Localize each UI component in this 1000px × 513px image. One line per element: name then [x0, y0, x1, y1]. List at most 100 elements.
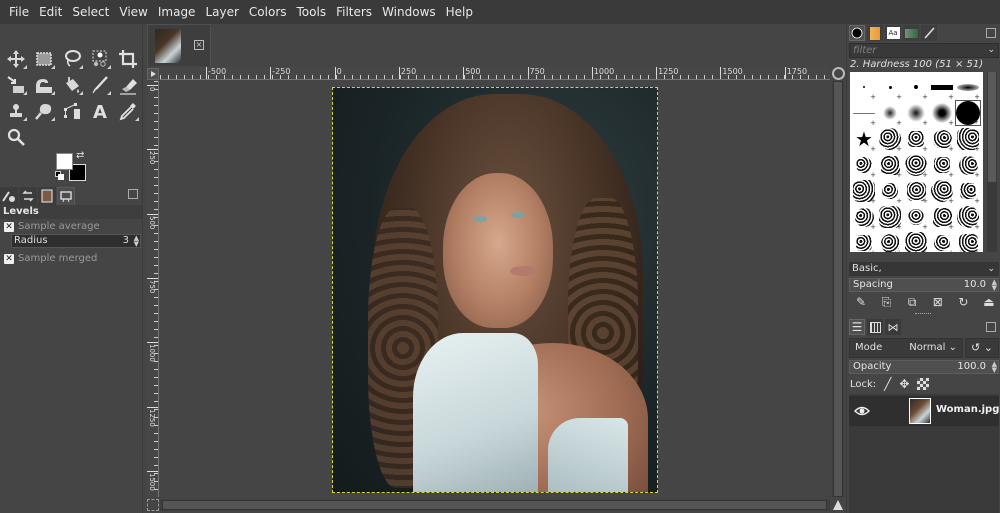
brush-preset[interactable]: +: [877, 74, 903, 101]
transform-tool[interactable]: [2, 72, 30, 98]
brush-preset[interactable]: +: [929, 152, 955, 179]
layer-row[interactable]: Woman.jpg: [849, 396, 999, 426]
paths-tool[interactable]: [58, 98, 86, 124]
brush-preset[interactable]: +: [955, 230, 981, 252]
menu-select[interactable]: Select: [67, 0, 114, 24]
close-icon[interactable]: ×: [194, 40, 204, 50]
brush-preset[interactable]: +: [877, 230, 903, 252]
brush-preset[interactable]: +: [955, 204, 981, 231]
tab-images[interactable]: [38, 187, 56, 205]
tab-fonts[interactable]: Aa: [885, 25, 901, 41]
new-brush-icon[interactable]: ⎘: [880, 295, 894, 309]
brush-preset[interactable]: +: [903, 100, 929, 127]
smudge-tool[interactable]: [30, 98, 58, 124]
brush-preset[interactable]: +: [929, 204, 955, 231]
spacing-field[interactable]: Spacing 10.0 ▲ ▼: [849, 278, 999, 292]
menu-colors[interactable]: Colors: [244, 0, 292, 24]
brush-preset[interactable]: +: [955, 178, 981, 205]
reset-colors-icon[interactable]: [55, 171, 65, 181]
brush-preset[interactable]: +: [877, 100, 903, 127]
move-tool[interactable]: [2, 46, 30, 72]
brush-preset[interactable]: +: [929, 74, 955, 101]
chevron-down-icon[interactable]: ⌄: [987, 44, 995, 57]
vertical-scrollbar[interactable]: [832, 81, 844, 497]
tab-paths[interactable]: ⋈: [885, 319, 901, 335]
free-select-tool[interactable]: [58, 46, 86, 72]
brush-preset[interactable]: ★ +: [851, 126, 877, 153]
brush-preset[interactable]: +: [851, 152, 877, 179]
brush-preset[interactable]: +: [929, 178, 955, 205]
brush-preset[interactable]: +: [851, 204, 877, 231]
brush-preset[interactable]: +: [877, 178, 903, 205]
dock-menu-button[interactable]: [128, 189, 138, 199]
quick-mask-toggle[interactable]: [147, 499, 159, 511]
tab-paint-dynamics[interactable]: [921, 25, 937, 41]
brush-preset[interactable]: +: [903, 230, 929, 252]
canvas-area[interactable]: [160, 81, 830, 497]
sample-average-option[interactable]: ✕ Sample average: [4, 221, 100, 232]
brush-preset[interactable]: +: [903, 126, 929, 153]
lock-alpha-icon[interactable]: [917, 378, 930, 390]
brush-preset[interactable]: +: [903, 204, 929, 231]
duplicate-brush-icon[interactable]: ⧉: [905, 295, 919, 309]
menu-file[interactable]: File: [4, 0, 34, 24]
brush-preset[interactable]: +: [955, 100, 981, 126]
tab-layers[interactable]: ☰: [849, 319, 865, 335]
fuzzy-select-tool[interactable]: [86, 46, 114, 72]
menu-windows[interactable]: Windows: [377, 0, 441, 24]
rect-select-tool[interactable]: [30, 46, 58, 72]
refresh-brushes-icon[interactable]: ↻: [956, 295, 970, 309]
horizontal-scrollbar-thumb[interactable]: [162, 500, 827, 510]
brush-preset[interactable]: +: [851, 178, 877, 205]
brush-preset[interactable]: +: [955, 126, 981, 153]
layer-mode-select[interactable]: Mode Normal ⌄: [849, 338, 963, 358]
zoom-image-button[interactable]: [832, 499, 844, 511]
brushes-dock-menu-button[interactable]: [986, 28, 996, 38]
tab-channels[interactable]: [867, 319, 883, 335]
zoom-tool[interactable]: [2, 124, 30, 150]
composite-mode-select[interactable]: ↺ ⌄: [965, 338, 999, 358]
lock-pixels-icon[interactable]: ╱: [884, 377, 891, 391]
foreground-color[interactable]: [56, 153, 73, 170]
brush-preset[interactable]: +: [903, 74, 929, 101]
tab-tool-options[interactable]: [0, 187, 18, 205]
opacity-field[interactable]: Opacity 100.0 ▲ ▼: [849, 360, 999, 374]
warp-tool[interactable]: [30, 72, 58, 98]
tab-brushes[interactable]: [849, 25, 865, 41]
tab-patterns[interactable]: [867, 25, 883, 41]
image-tab-woman[interactable]: ×: [147, 24, 211, 66]
menu-filters[interactable]: Filters: [331, 0, 377, 24]
brush-preset[interactable]: +: [877, 204, 903, 231]
lock-position-icon[interactable]: ✥: [899, 377, 909, 391]
menu-image[interactable]: Image: [153, 0, 201, 24]
brush-preset[interactable]: +: [903, 178, 929, 205]
image-canvas[interactable]: [332, 87, 658, 493]
layers-dock-menu-button[interactable]: [986, 322, 996, 332]
color-picker-tool[interactable]: [114, 98, 142, 124]
sample-average-checkbox[interactable]: ✕: [4, 221, 14, 232]
spacing-spinner[interactable]: ▲ ▼: [992, 279, 997, 292]
sample-merged-checkbox[interactable]: ✕: [4, 253, 14, 264]
brush-preset[interactable]: +: [851, 74, 877, 101]
brush-preset[interactable]: +: [851, 100, 877, 127]
tab-document-history[interactable]: [903, 25, 919, 41]
menu-tools[interactable]: Tools: [292, 0, 332, 24]
brush-preset[interactable]: +: [929, 100, 955, 127]
delete-brush-icon[interactable]: ⊠: [931, 295, 945, 309]
menu-help[interactable]: Help: [441, 0, 478, 24]
brush-preset[interactable]: +: [877, 126, 903, 153]
text-tool[interactable]: A: [86, 98, 114, 124]
navigate-button[interactable]: [832, 67, 845, 80]
brush-preset[interactable]: +: [955, 152, 981, 179]
brush-tag-select[interactable]: Basic, ⌄: [849, 262, 999, 276]
open-brush-as-image-icon[interactable]: ⏏: [982, 295, 996, 309]
eye-icon[interactable]: [854, 404, 870, 418]
brush-scrollbar[interactable]: [987, 72, 997, 252]
brush-preset[interactable]: +: [851, 230, 877, 252]
clone-tool[interactable]: [2, 98, 30, 124]
brush-scrollbar-thumb[interactable]: [988, 72, 996, 182]
swap-colors-icon[interactable]: ⇄: [76, 150, 84, 161]
brush-filter-input[interactable]: filter ⌄: [849, 43, 999, 58]
tab-device-status[interactable]: [57, 187, 75, 205]
crop-tool[interactable]: [114, 46, 142, 72]
